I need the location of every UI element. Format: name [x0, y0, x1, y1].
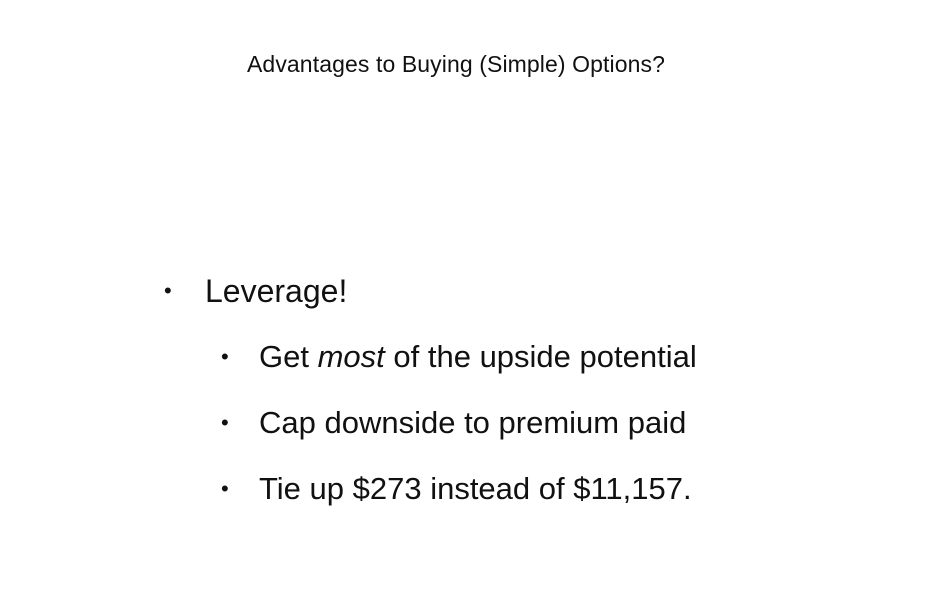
bullet-list: • Leverage! • Get most of the upside pot… — [0, 0, 946, 592]
sub-bullet-text-after: of the upside potential — [384, 339, 697, 374]
bullet-icon: • — [221, 410, 229, 435]
sub-bullet-emphasis: most — [317, 339, 385, 374]
sub-bullet-text: Tie up $273 instead of $11,157. — [259, 471, 692, 506]
sub-bullet-text-before: Get — [259, 339, 318, 374]
sub-bullet-text: Cap downside to premium paid — [259, 405, 687, 440]
bullet-icon: • — [221, 344, 229, 369]
sub-bullet-text: Get most of the upside potential — [259, 337, 697, 377]
bullet-icon: • — [164, 278, 172, 303]
bullet-text: Leverage! — [205, 273, 348, 309]
slide: Advantages to Buying (Simple) Options? •… — [0, 0, 946, 592]
bullet-icon: • — [221, 476, 229, 501]
